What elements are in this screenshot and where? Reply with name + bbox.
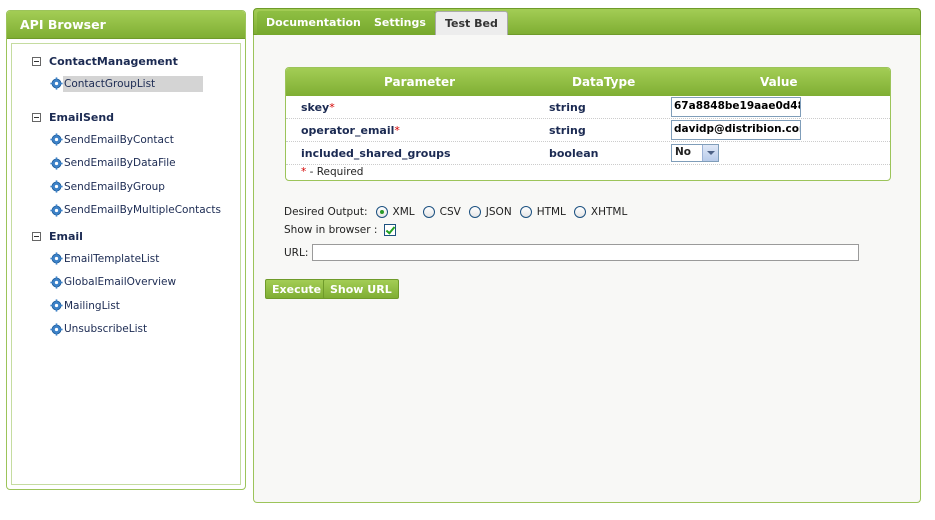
- radio-label: JSON: [485, 206, 512, 218]
- required-legend: * - Required: [301, 166, 364, 178]
- tree-item-emailtemplatelist[interactable]: EmailTemplateList: [32, 247, 203, 271]
- radio-xhtml[interactable]: [573, 206, 586, 218]
- desired-output-label: Desired Output:: [284, 206, 368, 218]
- radio-label: CSV: [439, 206, 461, 218]
- tree-item-label: MailingList: [64, 299, 120, 312]
- tree-item-label: EmailTemplateList: [64, 252, 160, 265]
- required-marker: *: [329, 101, 335, 114]
- gear-icon: [50, 323, 63, 336]
- url-field[interactable]: [312, 244, 860, 261]
- tree-item-sendemailbydatafile[interactable]: SendEmailByDataFile: [32, 152, 203, 176]
- table-row: operator_email* string davidp@distribion…: [286, 119, 890, 142]
- tree-group-contactmanagement: ContactManagement ContactGroupList: [32, 50, 203, 96]
- desired-output-row: Desired Output: XML CSV JSON HTML XHTML: [284, 206, 627, 218]
- gear-icon: [50, 252, 63, 265]
- api-tree: ContactManagement ContactGroupList Email…: [11, 43, 241, 485]
- tab-test-bed[interactable]: Test Bed: [435, 11, 508, 36]
- url-label: URL:: [284, 246, 309, 259]
- tree-item-mailinglist[interactable]: MailingList: [32, 294, 203, 318]
- column-header-value: Value: [760, 75, 798, 89]
- tab-settings[interactable]: Settings: [365, 11, 436, 35]
- radio-label: XML: [392, 206, 415, 218]
- tree-item-label: SendEmailByMultipleContacts: [64, 204, 222, 217]
- tree-group-label[interactable]: Email: [49, 230, 83, 243]
- required-marker: *: [394, 124, 400, 137]
- show-in-browser-label: Show in browser :: [284, 224, 378, 236]
- column-header-datatype: DataType: [572, 75, 636, 89]
- table-row: skey* string 67a8848be19aae0d48a89: [286, 96, 890, 119]
- test-bed-panel: Parameter DataType Value skey* string 67…: [253, 35, 921, 503]
- show-in-browser-row: Show in browser :: [284, 224, 397, 236]
- tree-item-globalemailoverview[interactable]: GlobalEmailOverview: [32, 271, 203, 295]
- radio-xml[interactable]: [375, 206, 388, 218]
- gear-icon: [50, 276, 63, 289]
- radio-html[interactable]: [519, 206, 532, 218]
- tree-item-label: UnsubscribeList: [64, 323, 148, 336]
- radio-json[interactable]: [468, 206, 481, 218]
- parameter-table-header: Parameter DataType Value: [286, 68, 890, 96]
- gear-icon: [50, 157, 63, 170]
- skey-input[interactable]: 67a8848be19aae0d48a89: [671, 97, 801, 117]
- param-type: string: [549, 124, 586, 137]
- tree-item-sendemailbymultiplecontacts[interactable]: SendEmailByMultipleContacts: [32, 199, 221, 223]
- parameter-table: Parameter DataType Value skey* string 67…: [285, 67, 891, 181]
- column-header-parameter: Parameter: [384, 75, 456, 89]
- gear-icon: [50, 180, 63, 193]
- tree-item-label: SendEmailByContact: [64, 133, 174, 146]
- param-type: string: [549, 101, 586, 114]
- table-row: included_shared_groups boolean No: [286, 142, 890, 165]
- tab-documentation[interactable]: Documentation: [257, 11, 371, 35]
- param-name: included_shared_groups: [301, 147, 451, 160]
- tree-item-contactgrouplist[interactable]: ContactGroupList: [32, 72, 203, 96]
- execute-button[interactable]: Execute: [265, 279, 329, 299]
- param-name: skey*: [301, 101, 335, 114]
- param-type: boolean: [549, 147, 599, 160]
- tree-group-emailsend: EmailSend SendEmailByContact SendEmailBy…: [32, 106, 221, 223]
- gear-icon: [50, 204, 63, 217]
- tree-group-label[interactable]: ContactManagement: [49, 55, 178, 68]
- api-browser-title: API Browser: [7, 11, 245, 39]
- radio-csv[interactable]: [422, 206, 435, 218]
- tree-item-label: GlobalEmailOverview: [64, 276, 177, 289]
- gear-icon: [50, 133, 63, 146]
- tree-item-label: ContactGroupList: [63, 75, 203, 92]
- select-value: No: [675, 146, 692, 158]
- tree-group-email: Email EmailTemplateList GlobalEmailOverv…: [32, 225, 203, 341]
- collapse-icon[interactable]: [32, 112, 41, 122]
- show-url-button[interactable]: Show URL: [323, 279, 399, 299]
- gear-icon: [50, 77, 63, 90]
- url-row: URL:: [284, 244, 860, 261]
- chevron-down-icon[interactable]: [702, 145, 718, 161]
- tree-item-label: SendEmailByGroup: [64, 180, 165, 193]
- radio-label: HTML: [536, 206, 566, 218]
- tree-item-sendemailbygroup[interactable]: SendEmailByGroup: [32, 175, 203, 199]
- included-shared-groups-select[interactable]: No: [671, 144, 719, 162]
- tree-group-label[interactable]: EmailSend: [49, 111, 114, 124]
- api-browser-panel: API Browser ContactManagement ContactGro…: [6, 10, 246, 490]
- tree-item-label: SendEmailByDataFile: [64, 157, 176, 170]
- tab-bar: Documentation Settings Test Bed: [253, 8, 921, 36]
- tree-item-unsubscribelist[interactable]: UnsubscribeList: [32, 318, 203, 342]
- gear-icon: [50, 299, 63, 312]
- radio-label: XHTML: [590, 206, 628, 218]
- param-name: operator_email*: [301, 124, 400, 137]
- collapse-icon[interactable]: [32, 56, 41, 66]
- tree-item-sendemailbycontact[interactable]: SendEmailByContact: [32, 128, 203, 152]
- show-in-browser-checkbox[interactable]: [384, 224, 397, 236]
- operator-email-input[interactable]: davidp@distribion.com: [671, 120, 801, 140]
- collapse-icon[interactable]: [32, 231, 41, 241]
